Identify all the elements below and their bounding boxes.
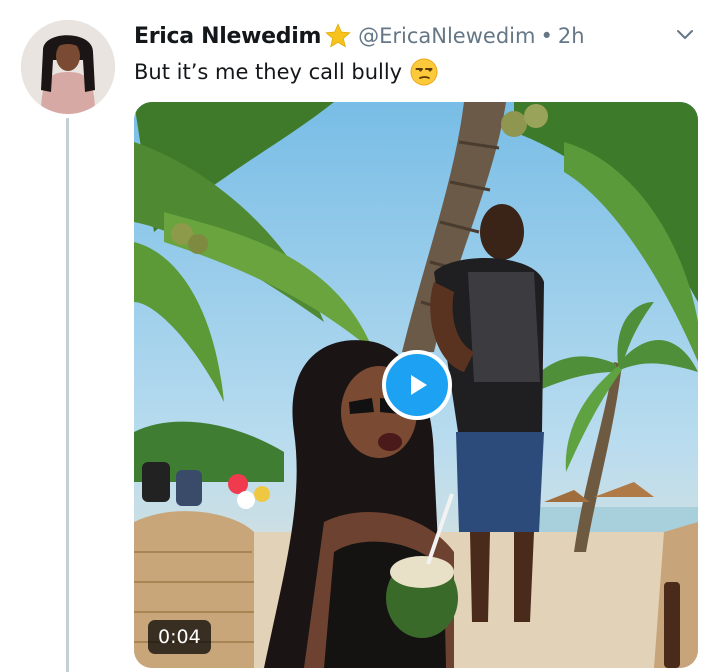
play-icon — [411, 375, 427, 395]
thread-line — [66, 118, 69, 672]
video-duration-badge: 0:04 — [148, 620, 211, 654]
chevron-down-icon[interactable] — [675, 24, 695, 48]
video-player[interactable]: 0:04 — [134, 102, 698, 668]
author-handle[interactable]: @EricaNlewedim — [358, 24, 535, 48]
separator-dot: • — [540, 24, 553, 48]
avatar[interactable] — [21, 20, 115, 114]
avatar-image — [21, 20, 115, 114]
star-emoji-icon — [324, 22, 352, 50]
tweet-timestamp[interactable]: 2h — [558, 24, 585, 48]
author-name[interactable]: Erica Nlewedim — [134, 24, 321, 49]
tweet-header: Erica Nlewedim @EricaNlewedim • 2h — [134, 16, 699, 56]
play-button[interactable] — [382, 350, 452, 420]
unamused-face-icon — [410, 58, 438, 86]
tweet-text: But it’s me they call bully — [134, 58, 438, 86]
tweet-text-content: But it’s me they call bully — [134, 60, 403, 84]
